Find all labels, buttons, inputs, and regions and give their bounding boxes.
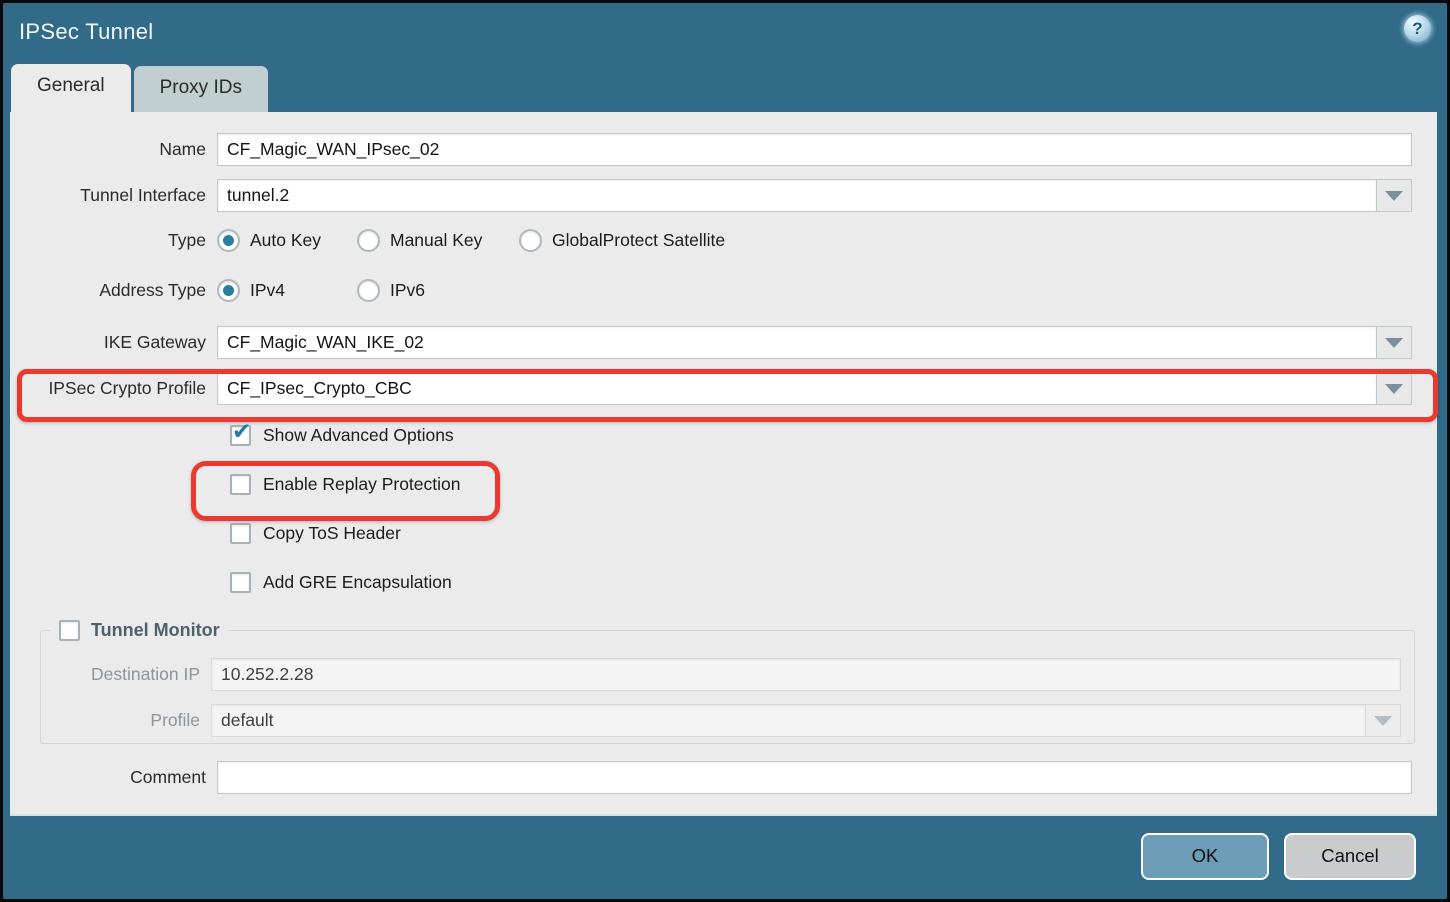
ike-gateway-row: IKE Gateway bbox=[10, 326, 1412, 359]
tab-general[interactable]: General bbox=[11, 64, 131, 112]
enable-replay-protection-label: Enable Replay Protection bbox=[263, 474, 460, 495]
radio-auto-key[interactable]: Auto Key bbox=[217, 229, 357, 252]
radio-globalprotect-satellite-label: GlobalProtect Satellite bbox=[552, 230, 725, 251]
radio-ipv6-label: IPv6 bbox=[390, 280, 425, 301]
radio-auto-key-label: Auto Key bbox=[250, 230, 321, 251]
address-type-row: Address Type IPv4 IPv6 bbox=[10, 278, 1412, 302]
radio-ipv4[interactable]: IPv4 bbox=[217, 279, 357, 302]
name-input[interactable] bbox=[217, 133, 1412, 166]
tunnel-interface-dropdown-button[interactable] bbox=[1377, 179, 1412, 212]
ike-gateway-input[interactable] bbox=[217, 326, 1377, 359]
chevron-down-icon bbox=[1385, 384, 1403, 394]
name-label: Name bbox=[10, 139, 217, 160]
checkbox-unchecked-icon bbox=[59, 620, 80, 641]
checkbox-unchecked-icon bbox=[230, 572, 251, 593]
ipsec-crypto-profile-dropdown-button[interactable] bbox=[1377, 372, 1412, 405]
copy-tos-header-label: Copy ToS Header bbox=[263, 523, 401, 544]
comment-row: Comment bbox=[10, 761, 1412, 794]
destination-ip-label: Destination IP bbox=[41, 664, 211, 685]
tunnel-interface-label: Tunnel Interface bbox=[10, 185, 217, 206]
profile-dropdown-button bbox=[1366, 704, 1401, 737]
comment-label: Comment bbox=[10, 767, 217, 788]
radio-ipv6[interactable]: IPv6 bbox=[357, 279, 519, 302]
radio-unselected-icon bbox=[357, 229, 380, 252]
ike-gateway-dropdown-button[interactable] bbox=[1377, 326, 1412, 359]
ipsec-crypto-profile-row: IPSec Crypto Profile bbox=[10, 372, 1412, 405]
checkbox-unchecked-icon bbox=[230, 523, 251, 544]
ipsec-tunnel-dialog: IPSec Tunnel ? General Proxy IDs Name Tu… bbox=[0, 0, 1450, 902]
type-label: Type bbox=[10, 230, 217, 251]
name-row: Name bbox=[10, 133, 1412, 166]
ike-gateway-label: IKE Gateway bbox=[10, 332, 217, 353]
add-gre-encapsulation-label: Add GRE Encapsulation bbox=[263, 572, 452, 593]
radio-ipv4-label: IPv4 bbox=[250, 280, 285, 301]
tunnel-monitor-label: Tunnel Monitor bbox=[91, 620, 220, 641]
checkbox-copy-tos-header[interactable]: Copy ToS Header bbox=[230, 522, 1437, 544]
checkbox-checked-icon bbox=[230, 425, 251, 446]
checkbox-tunnel-monitor[interactable]: Tunnel Monitor bbox=[59, 620, 220, 641]
checkbox-enable-replay-protection[interactable]: Enable Replay Protection bbox=[230, 473, 1437, 495]
checkbox-unchecked-icon bbox=[230, 474, 251, 495]
help-icon[interactable]: ? bbox=[1404, 15, 1431, 42]
profile-label: Profile bbox=[41, 710, 211, 731]
chevron-down-icon bbox=[1385, 191, 1403, 201]
general-tab-panel: Name Tunnel Interface Type bbox=[10, 112, 1437, 816]
ipsec-crypto-profile-label: IPSec Crypto Profile bbox=[10, 378, 217, 399]
footer-bar: OK Cancel bbox=[3, 813, 1447, 899]
profile-row: Profile bbox=[41, 704, 1401, 737]
chevron-down-icon bbox=[1385, 338, 1403, 348]
destination-ip-row: Destination IP bbox=[41, 658, 1401, 691]
radio-selected-icon bbox=[217, 279, 240, 302]
ipsec-crypto-profile-input[interactable] bbox=[217, 372, 1377, 405]
comment-input[interactable] bbox=[217, 761, 1412, 794]
radio-manual-key[interactable]: Manual Key bbox=[357, 229, 519, 252]
title-bar: IPSec Tunnel ? bbox=[3, 3, 1447, 61]
radio-unselected-icon bbox=[519, 229, 542, 252]
cancel-button[interactable]: Cancel bbox=[1284, 833, 1416, 880]
dialog-title: IPSec Tunnel bbox=[19, 19, 153, 45]
ok-button[interactable]: OK bbox=[1141, 833, 1269, 880]
profile-input bbox=[211, 704, 1366, 737]
checkbox-add-gre-encapsulation[interactable]: Add GRE Encapsulation bbox=[230, 571, 1437, 593]
radio-unselected-icon bbox=[357, 279, 380, 302]
tab-bar: General Proxy IDs bbox=[3, 61, 1447, 112]
show-advanced-options-label: Show Advanced Options bbox=[263, 425, 454, 446]
radio-manual-key-label: Manual Key bbox=[390, 230, 482, 251]
chevron-down-icon bbox=[1374, 716, 1392, 726]
destination-ip-input bbox=[211, 658, 1401, 691]
type-row: Type Auto Key Manual Key GlobalProtect S… bbox=[10, 228, 1412, 252]
tunnel-interface-input[interactable] bbox=[217, 179, 1377, 212]
radio-selected-icon bbox=[217, 229, 240, 252]
tunnel-monitor-section: Tunnel Monitor Destination IP Profile bbox=[40, 620, 1415, 744]
tab-proxy-ids[interactable]: Proxy IDs bbox=[134, 66, 268, 112]
address-type-label: Address Type bbox=[10, 280, 217, 301]
radio-globalprotect-satellite[interactable]: GlobalProtect Satellite bbox=[519, 229, 725, 252]
checkbox-show-advanced-options[interactable]: Show Advanced Options bbox=[230, 424, 1437, 446]
tunnel-interface-row: Tunnel Interface bbox=[10, 179, 1412, 212]
